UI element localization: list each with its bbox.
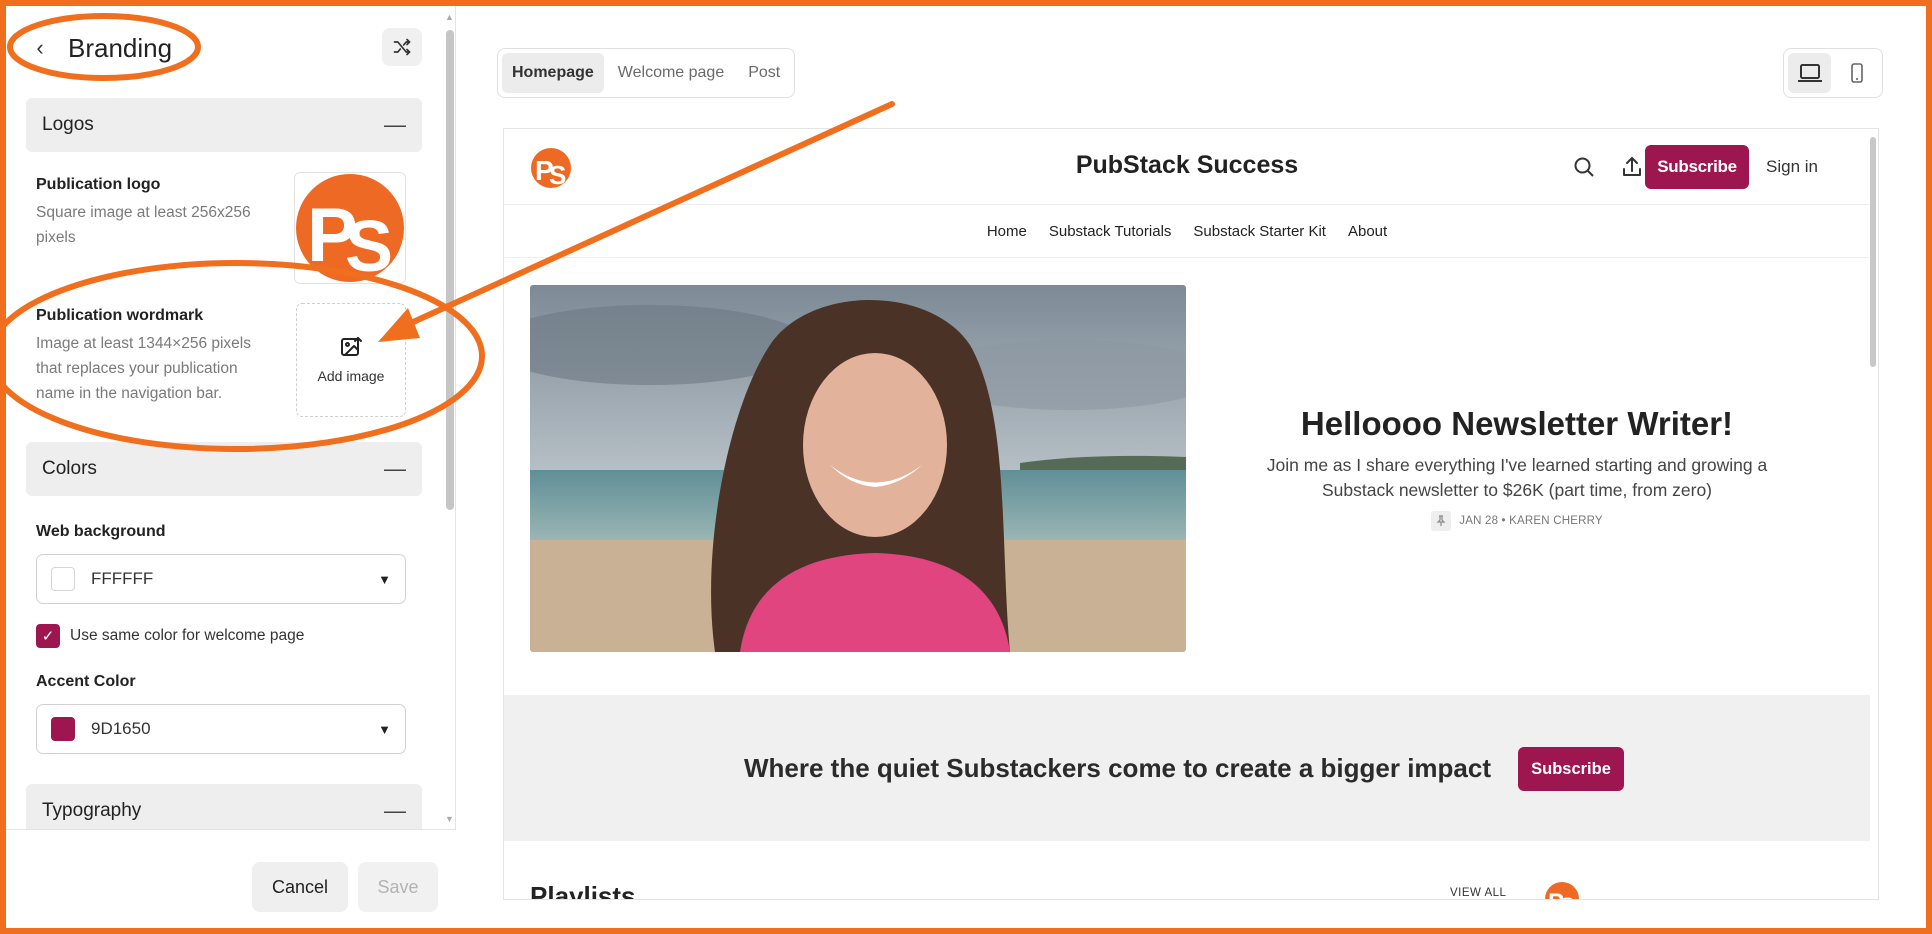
same-color-checkbox-row[interactable]: ✓ Use same color for welcome page — [36, 624, 304, 648]
scroll-down-arrow[interactable]: ▼ — [445, 814, 454, 824]
back-chevron-icon[interactable]: ‹ — [26, 35, 54, 61]
hero-meta: JAN 28 • KAREN CHERRY — [1234, 511, 1800, 531]
hero-date-author: JAN 28 • KAREN CHERRY — [1459, 515, 1603, 527]
site-preview: P S PubStack Success Subscribe Sign in H… — [503, 128, 1879, 900]
beach-portrait-photo — [530, 285, 1186, 652]
ps-logo-icon: P S — [296, 174, 404, 287]
add-image-label: Add image — [317, 368, 385, 384]
publication-wordmark-title: Publication wordmark — [36, 307, 204, 324]
same-color-label: Use same color for welcome page — [70, 627, 305, 644]
preview-area: Homepage Welcome page Post P S PubStack … — [457, 6, 1926, 928]
nav-item-substack-starter-kit[interactable]: Substack Starter Kit — [1193, 223, 1326, 240]
header-subscribe-button[interactable]: Subscribe — [1645, 145, 1749, 189]
publication-wordmark-desc: Image at least 1344×256 pixels that repl… — [36, 335, 251, 402]
accent-color-value: 9D1650 — [91, 719, 151, 738]
tab-welcome-page[interactable]: Welcome page — [608, 53, 734, 93]
publication-logo-title: Publication logo — [36, 176, 161, 193]
publication-logo-desc: Square image at least 256x256 pixels — [36, 204, 251, 246]
view-all-link[interactable]: VIEW ALL — [1450, 887, 1506, 899]
ps-logo-icon: P S — [1545, 882, 1579, 900]
typography-section-title: Typography — [42, 800, 142, 821]
add-wordmark-image-button[interactable]: Add image — [296, 303, 406, 417]
publication-logo-preview[interactable]: P S — [294, 172, 406, 287]
playlists-heading: Playlists — [530, 881, 636, 900]
site-header: P S PubStack Success Subscribe Sign in — [504, 129, 1870, 205]
pin-icon — [1431, 511, 1452, 531]
panel-scrollbar-thumb[interactable] — [446, 30, 454, 510]
logos-section-header[interactable]: Logos — — [26, 98, 422, 152]
panel-footer: Cancel Save — [6, 829, 456, 928]
web-background-select[interactable]: FFFFFF ▼ — [36, 554, 406, 604]
hero-title[interactable]: Helloooo Newsletter Writer! — [1234, 405, 1800, 443]
branding-panel: ‹ Branding Logos — Publication logo Squa… — [6, 6, 456, 928]
svg-text:S: S — [345, 207, 393, 283]
scroll-up-arrow[interactable]: ▲ — [445, 12, 454, 22]
search-icon — [1574, 157, 1594, 177]
hero-text: Helloooo Newsletter Writer! Join me as I… — [1234, 405, 1800, 531]
cancel-button[interactable]: Cancel — [252, 862, 348, 912]
panel-scroll-area[interactable]: ‹ Branding Logos — Publication logo Squa… — [6, 6, 446, 829]
share-button[interactable] — [1620, 155, 1646, 181]
svg-text:S: S — [549, 160, 566, 189]
web-background-label: Web background — [36, 523, 166, 540]
banner-text: Where the quiet Substackers come to crea… — [744, 753, 1492, 783]
mobile-view-button[interactable] — [1835, 53, 1878, 93]
site-logo[interactable]: P S — [530, 147, 572, 190]
accent-color-select[interactable]: 9D1650 ▼ — [36, 704, 406, 754]
tab-homepage[interactable]: Homepage — [502, 53, 604, 93]
desktop-view-button[interactable] — [1788, 53, 1831, 93]
svg-text:S: S — [1560, 893, 1575, 900]
nav-item-home[interactable]: Home — [987, 223, 1027, 240]
logos-section-title: Logos — [42, 114, 94, 135]
accent-color-swatch — [51, 717, 75, 741]
colors-section-header[interactable]: Colors — — [26, 442, 422, 496]
nav-item-substack-tutorials[interactable]: Substack Tutorials — [1049, 223, 1172, 240]
phone-icon — [1850, 63, 1863, 83]
share-icon — [1623, 157, 1641, 176]
shuffle-icon — [393, 38, 411, 56]
tab-post[interactable]: Post — [738, 53, 790, 93]
save-button[interactable]: Save — [358, 862, 438, 912]
colors-section-title: Colors — [42, 458, 97, 479]
web-background-value: FFFFFF — [91, 569, 154, 588]
same-color-checkbox[interactable]: ✓ — [36, 624, 60, 648]
typography-section-header[interactable]: Typography — — [26, 784, 422, 829]
shuffle-button[interactable] — [382, 28, 422, 66]
hero-subtitle: Join me as I share everything I've learn… — [1266, 455, 1768, 500]
image-upload-icon — [341, 337, 362, 356]
hero-photo[interactable] — [530, 285, 1186, 652]
caret-down-icon: ▼ — [378, 571, 391, 587]
sign-in-link[interactable]: Sign in — [1766, 157, 1818, 177]
nav-item-about[interactable]: About — [1348, 223, 1387, 240]
collapse-minus-icon[interactable]: — — [384, 798, 406, 824]
accent-color-label: Accent Color — [36, 673, 136, 690]
laptop-icon — [1797, 64, 1822, 82]
search-button[interactable] — [1572, 155, 1598, 181]
preview-page-tabs: Homepage Welcome page Post — [497, 48, 796, 98]
caret-down-icon: ▼ — [378, 721, 391, 737]
playlist-thumbnail[interactable]: P S — [1544, 881, 1580, 900]
ps-logo-icon: P S — [531, 148, 571, 190]
site-preview-scrollbar[interactable] — [1870, 137, 1876, 367]
panel-title: Branding — [68, 32, 173, 63]
panel-header: ‹ Branding — [26, 26, 426, 70]
device-toggle — [1783, 48, 1883, 98]
subscribe-banner: Where the quiet Substackers come to crea… — [504, 695, 1870, 841]
web-background-swatch — [51, 567, 75, 591]
site-nav: Home Substack Tutorials Substack Starter… — [504, 206, 1870, 258]
collapse-minus-icon[interactable]: — — [384, 456, 406, 482]
collapse-minus-icon[interactable]: — — [384, 112, 406, 138]
banner-subscribe-button[interactable]: Subscribe — [1518, 747, 1624, 791]
